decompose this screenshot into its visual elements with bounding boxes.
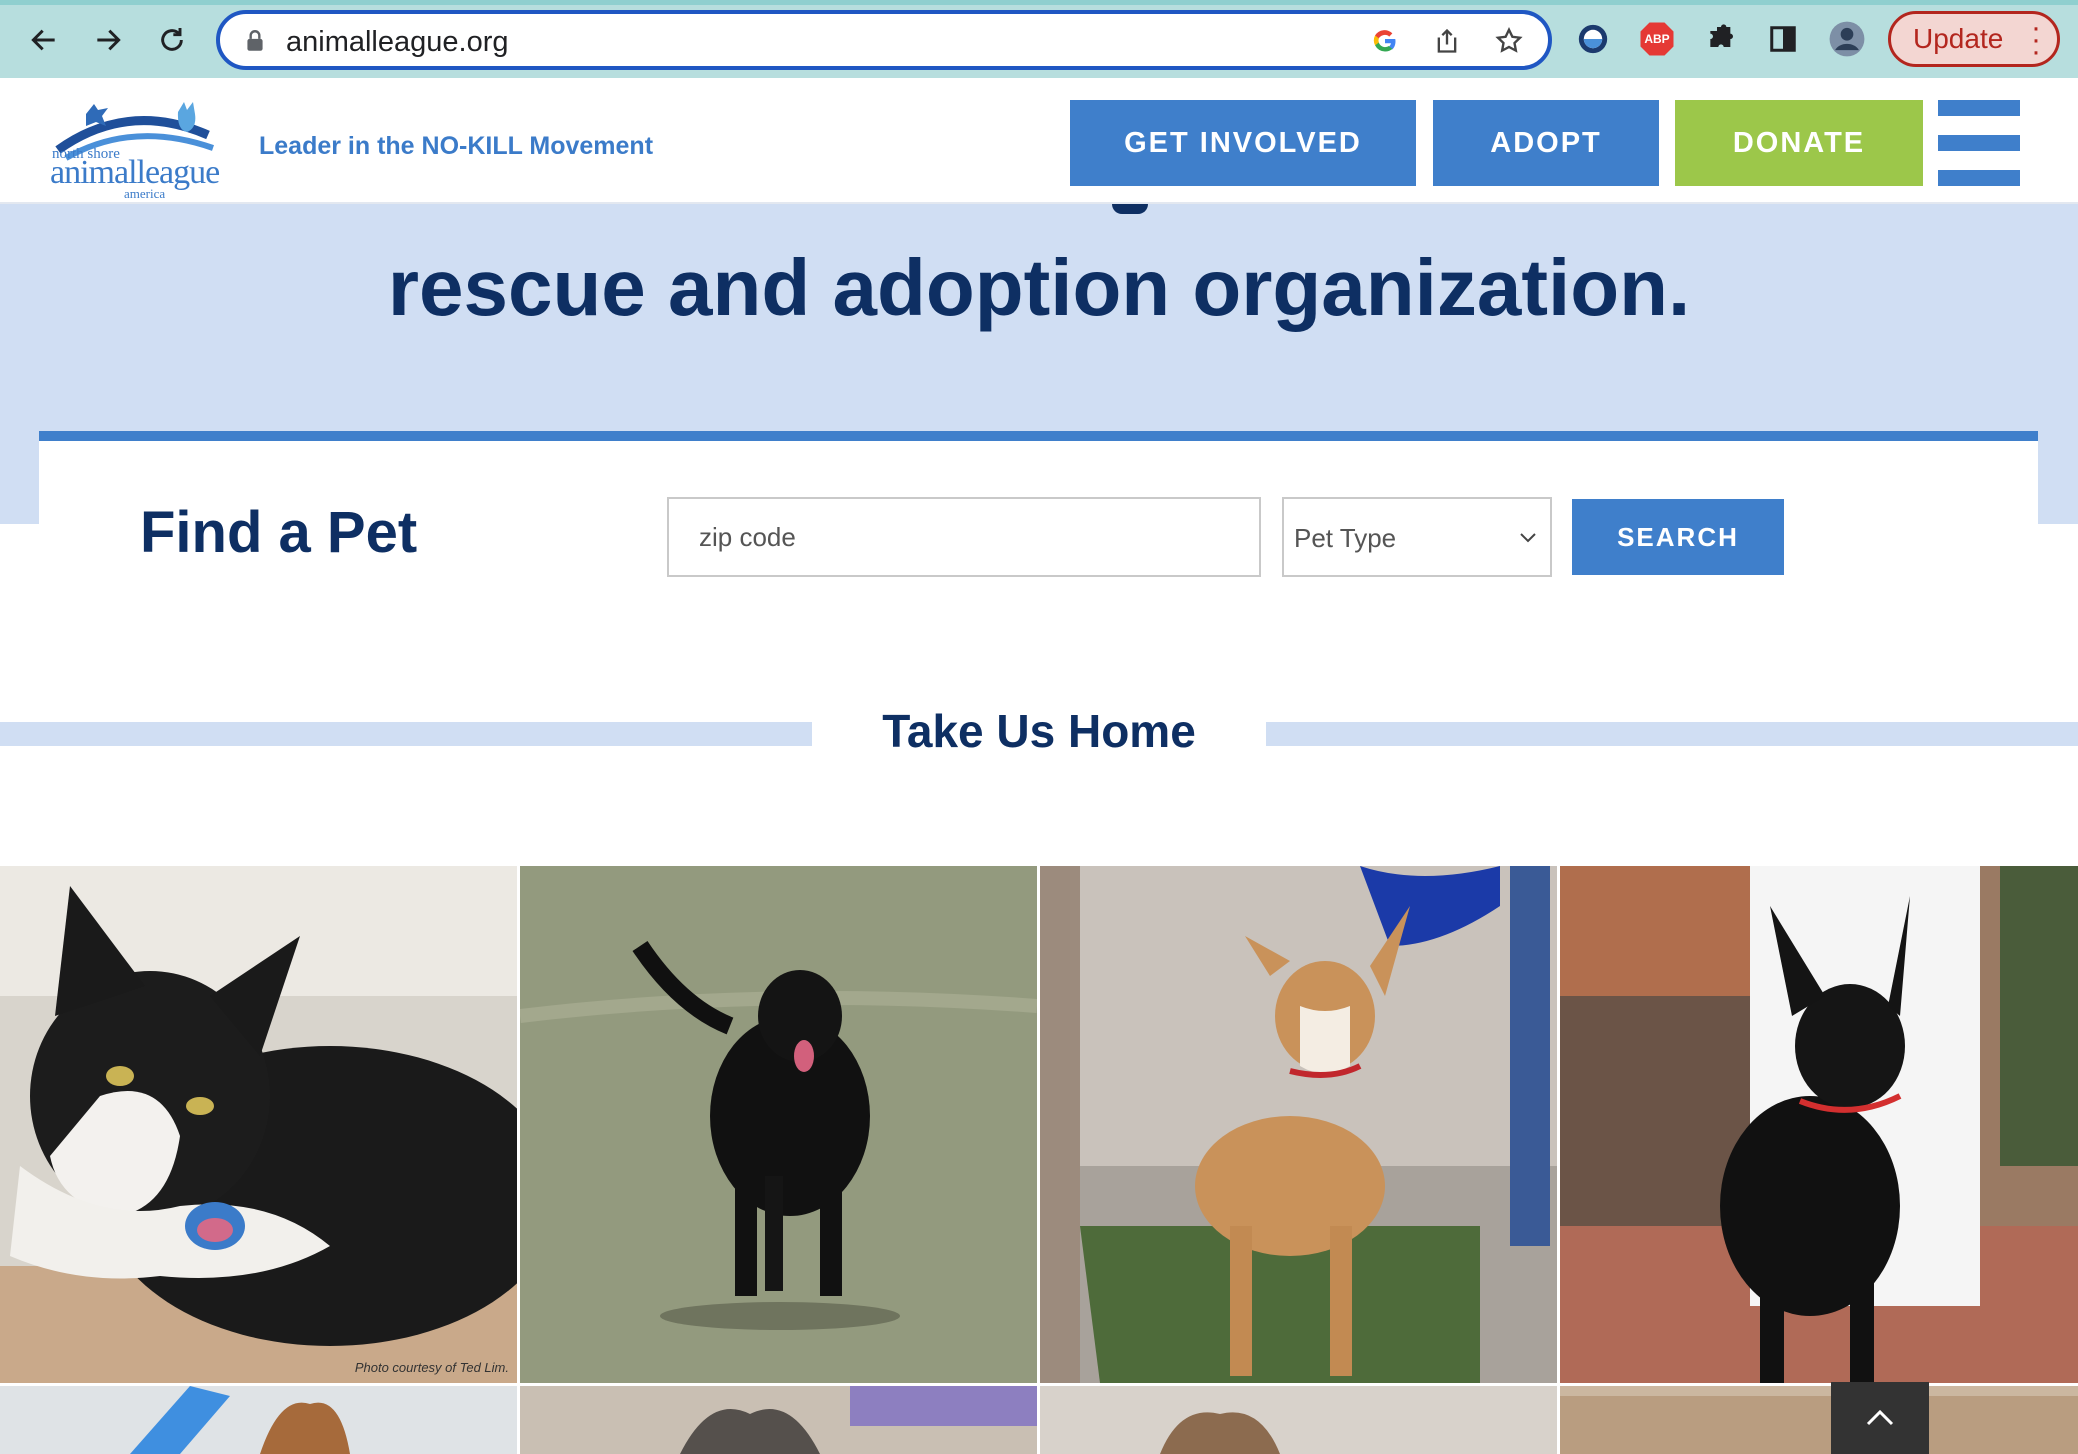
bookmark-star-icon[interactable] <box>1492 24 1526 58</box>
pet-tile-black-shepherd[interactable] <box>1560 866 2078 1383</box>
lock-icon <box>247 30 263 51</box>
profile-avatar-icon[interactable] <box>1828 20 1866 58</box>
tagline: Leader in the NO-KILL Movement <box>259 132 654 160</box>
adblock-plus-icon[interactable]: ABP <box>1638 20 1676 58</box>
site-header: north shore animalleague america Leader … <box>0 78 2078 204</box>
pet-tile-black-lab[interactable] <box>520 866 1037 1383</box>
update-label: Update <box>1913 23 2004 54</box>
address-bar[interactable]: animalleague.org <box>216 10 1552 70</box>
pet-tile-cat[interactable]: Photo courtesy of Ted Lim. <box>0 866 517 1383</box>
get-involved-button[interactable]: GET INVOLVED <box>1070 100 1416 186</box>
back-button[interactable] <box>18 14 70 66</box>
pet-photo-row2-3 <box>1040 1386 1557 1454</box>
tab-strip-edge <box>0 0 2078 5</box>
take-us-home-title: Take Us Home <box>882 705 1196 757</box>
pet-photo-row2-4 <box>1560 1386 2078 1454</box>
pet-tile-row2-3[interactable] <box>1040 1386 1557 1454</box>
pet-photo-cat <box>0 866 517 1383</box>
pet-photo-black-shepherd <box>1560 866 2078 1383</box>
adopt-button[interactable]: ADOPT <box>1433 100 1659 186</box>
update-button[interactable]: Update · · · <box>1888 11 2060 67</box>
puzzle-extensions-icon[interactable] <box>1702 20 1740 58</box>
url-text[interactable]: animalleague.org <box>286 26 508 59</box>
forward-button[interactable] <box>82 14 134 66</box>
pet-tile-row2-2[interactable] <box>520 1386 1037 1454</box>
pet-type-select[interactable]: Pet Type <box>1282 497 1552 577</box>
reload-icon <box>161 28 183 51</box>
extension-circle-icon[interactable] <box>1574 20 1612 58</box>
pet-photo-row2-1 <box>0 1386 517 1454</box>
arrow-right-icon <box>97 29 121 51</box>
hero-title: rescue and adoption organization. <box>387 243 1691 332</box>
pet-type-selected: Pet Type <box>1294 523 1397 553</box>
zip-code-input[interactable] <box>667 497 1261 577</box>
pet-tile-tan-puppy[interactable] <box>1040 866 1557 1383</box>
google-icon[interactable] <box>1368 24 1402 58</box>
pet-photo-tan-puppy <box>1040 866 1557 1383</box>
arrow-left-icon <box>31 29 55 51</box>
side-panel-icon[interactable] <box>1764 20 1802 58</box>
pet-tile-row2-1[interactable] <box>0 1386 517 1454</box>
donate-button[interactable]: DONATE <box>1675 100 1923 186</box>
browser-toolbar: animalleague.org ABP Update · · · <box>0 0 2078 78</box>
scroll-to-top-button[interactable] <box>1831 1382 1929 1454</box>
find-a-pet-title: Find a Pet <box>140 500 418 565</box>
kebab-menu-icon[interactable]: · · · <box>2031 13 2041 67</box>
photo-credit: Photo courtesy of Ted Lim. <box>354 1360 509 1375</box>
search-button[interactable]: SEARCH <box>1572 499 1784 575</box>
reload-button[interactable] <box>146 14 198 66</box>
chevron-up-icon <box>1866 1409 1894 1426</box>
hamburger-icon[interactable] <box>1938 100 2020 186</box>
logo[interactable]: north shore animalleague america <box>48 90 238 201</box>
adblock-label: ABP <box>1644 32 1670 46</box>
pet-photo-row2-2 <box>520 1386 1037 1454</box>
pet-photo-black-lab <box>520 866 1037 1383</box>
find-a-pet-panel: Find a Pet Pet Type SEARCH <box>39 431 2038 611</box>
pet-tile-row2-4[interactable] <box>1560 1386 2078 1454</box>
share-icon[interactable] <box>1430 24 1464 58</box>
chevron-down-icon <box>1520 533 1536 543</box>
hero-letter-descender <box>1112 204 1148 214</box>
logo-line3: america <box>124 186 166 201</box>
